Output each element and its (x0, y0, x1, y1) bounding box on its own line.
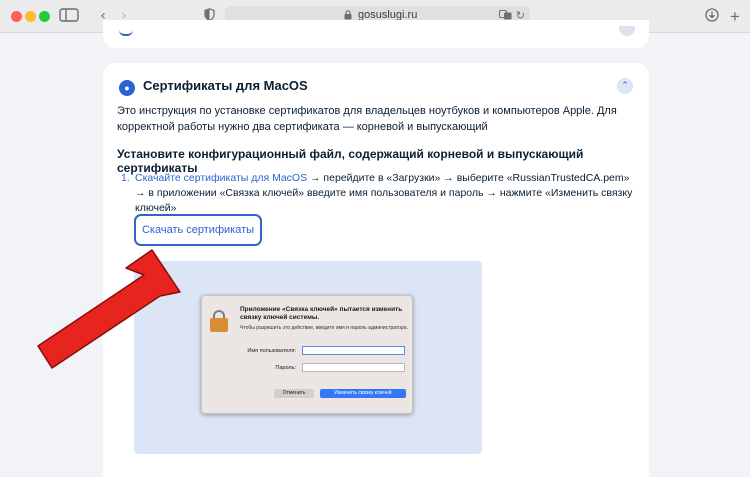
minimize-window-button[interactable] (25, 11, 36, 22)
username-label: Имя пользователя: (247, 348, 296, 354)
download-icon[interactable] (704, 8, 720, 25)
keychain-screenshot: Приложение «Связка ключей» пытается изме… (134, 261, 482, 454)
zoom-window-button[interactable] (39, 11, 50, 22)
close-window-button[interactable] (11, 11, 22, 22)
dialog-title: Приложение «Связка ключей» пытается изме… (240, 306, 403, 321)
card-icon (119, 28, 133, 36)
password-field (302, 363, 405, 372)
download-certificates-link[interactable]: Скачайте сертификаты для MacOS (135, 172, 307, 184)
dialog-subtitle: Чтобы разрешить это действие, введите им… (240, 325, 408, 331)
username-field (302, 346, 405, 355)
chevron-down-icon[interactable] (619, 26, 635, 36)
card-title: Сертификаты для MacOS (143, 78, 308, 93)
keychain-dialog: Приложение «Связка ключей» пытается изме… (201, 295, 413, 414)
plus-icon[interactable]: + (728, 8, 742, 25)
macos-certificates-card: ● Сертификаты для MacOS ⌃ Это инструкция… (103, 63, 649, 477)
chevron-up-icon[interactable]: ⌃ (617, 78, 633, 94)
dialog-cancel-button: Отменить (274, 389, 314, 398)
step-text: Скачайте сертификаты для MacOS → перейди… (135, 171, 635, 216)
step-number: 1. (121, 172, 130, 184)
padlock-icon (210, 310, 228, 332)
intro-text: Это инструкция по установке сертификатов… (117, 105, 617, 133)
dialog-confirm-button: Изменить связку ключей (320, 389, 406, 398)
password-label: Пароль: (275, 365, 296, 371)
previous-accordion-card (103, 20, 649, 48)
apple-icon: ● (119, 80, 135, 96)
sidebar-icon[interactable] (58, 8, 80, 25)
download-certificates-button[interactable]: Скачать сертификаты (134, 214, 262, 246)
